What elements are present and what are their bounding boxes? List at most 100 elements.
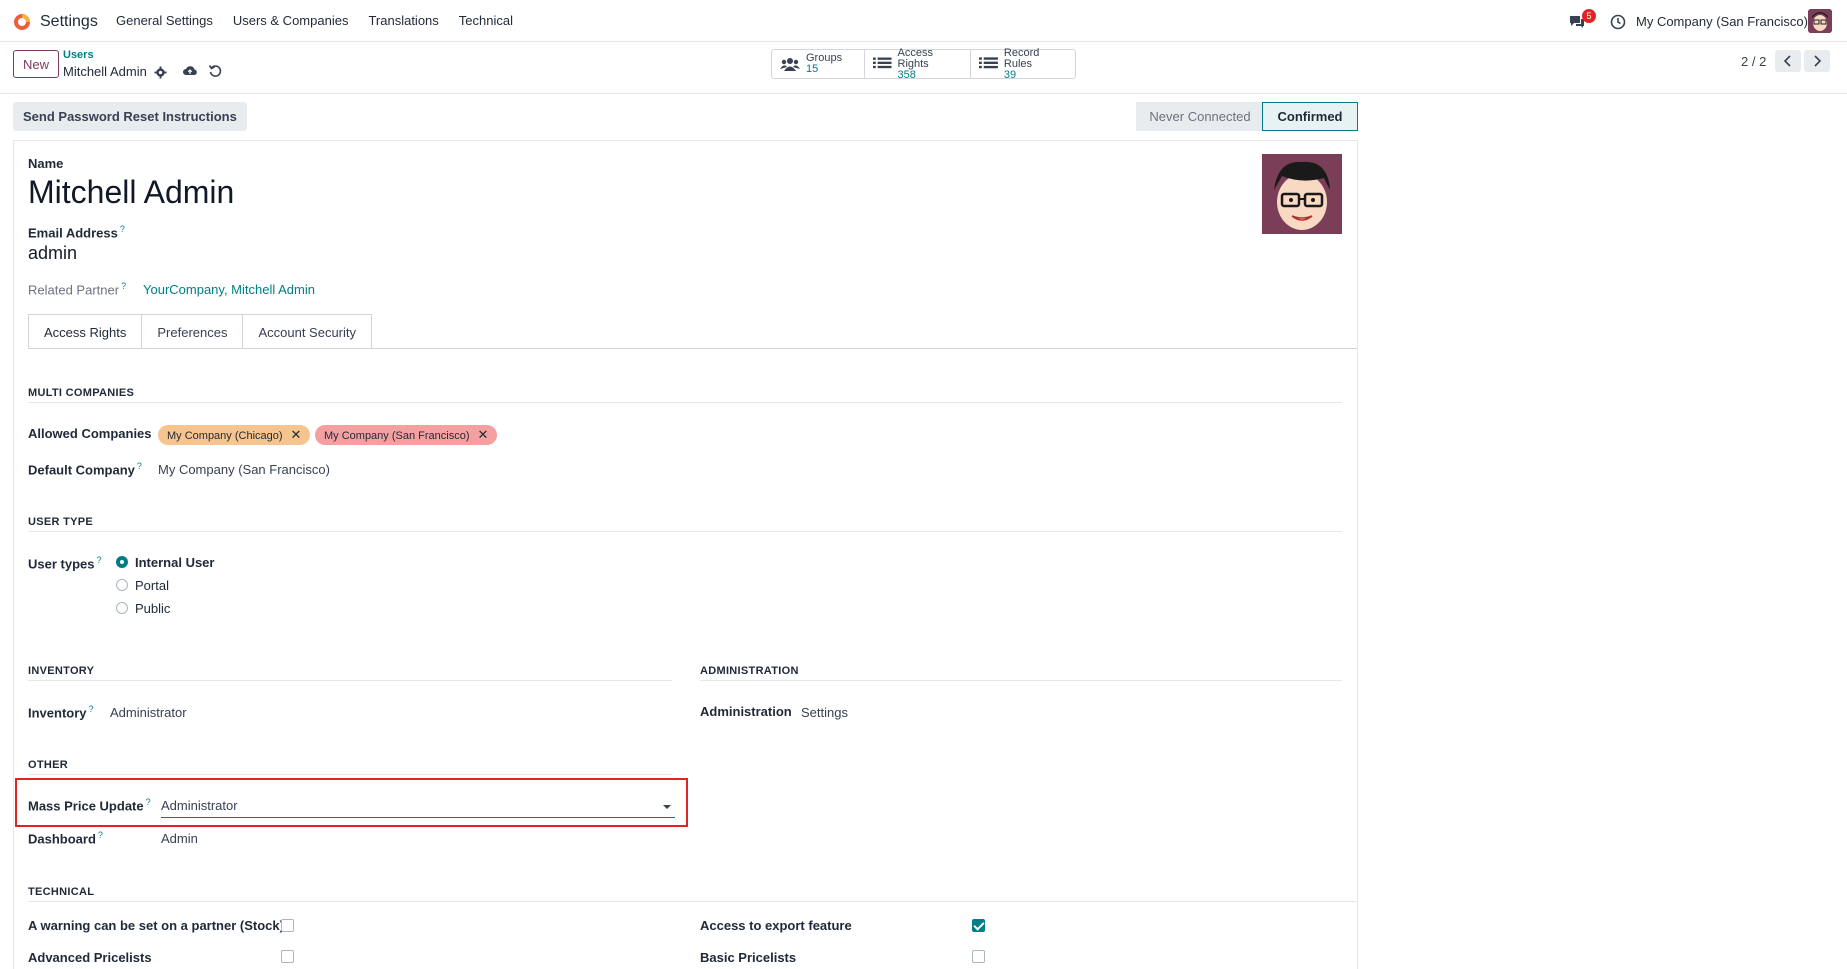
stat-label: Record Rules <box>1003 46 1040 70</box>
help-icon[interactable]: ? <box>98 830 103 840</box>
dashboard-field[interactable]: Admin <box>161 831 198 846</box>
company-tag-chicago[interactable]: My Company (Chicago) ✕ <box>158 425 311 445</box>
help-icon[interactable]: ? <box>137 461 142 471</box>
avatar-image <box>1262 154 1342 234</box>
name-label: Name <box>28 156 64 171</box>
section-divider <box>28 901 1357 902</box>
section-divider <box>28 774 672 775</box>
radio-label[interactable]: Public <box>135 601 170 616</box>
name-field[interactable]: Mitchell Admin <box>28 174 234 211</box>
discard-icon[interactable] <box>208 64 222 78</box>
status-confirmed[interactable]: Confirmed <box>1262 102 1358 131</box>
user-avatar[interactable] <box>1808 9 1832 33</box>
mass-price-update-label: Mass Price Update? <box>28 797 151 814</box>
radio-public[interactable] <box>116 602 128 614</box>
help-icon[interactable]: ? <box>146 797 151 807</box>
section-user-type: USER TYPE <box>28 516 94 528</box>
new-button[interactable]: New <box>13 50 59 78</box>
default-company-field[interactable]: My Company (San Francisco) <box>158 462 330 477</box>
chat-badge: 5 <box>1582 9 1596 23</box>
checkbox-export-feature[interactable] <box>972 919 985 932</box>
remove-tag-icon[interactable]: ✕ <box>478 427 489 442</box>
users-icon <box>780 58 800 71</box>
app-name[interactable]: Settings <box>40 13 98 31</box>
section-multi-companies: MULTI COMPANIES <box>28 387 135 399</box>
section-divider <box>28 531 1342 532</box>
section-divider <box>700 680 1342 681</box>
control-panel: New Users Mitchell Admin Groups 15 Acces… <box>0 42 1847 94</box>
caret-down-icon[interactable] <box>663 805 671 809</box>
top-navbar: Settings General Settings Users & Compan… <box>0 0 1847 42</box>
menu-translations[interactable]: Translations <box>368 13 438 28</box>
section-other: OTHER <box>28 759 68 771</box>
save-cloud-icon[interactable] <box>182 64 198 78</box>
chevron-right-icon <box>1814 55 1822 67</box>
checkbox-partner-warning[interactable] <box>281 919 294 932</box>
technical-option-label: A warning can be set on a partner (Stock… <box>28 918 284 933</box>
section-inventory: INVENTORY <box>28 665 95 677</box>
record-rules-smart-button[interactable]: Record Rules 39 <box>971 46 1075 81</box>
related-partner-link[interactable]: YourCompany, Mitchell Admin <box>143 282 315 297</box>
help-icon[interactable]: ? <box>89 704 94 714</box>
email-field[interactable]: admin <box>28 243 77 264</box>
company-switcher[interactable]: My Company (San Francisco) <box>1636 14 1808 29</box>
form-sheet <box>13 140 1358 969</box>
clock-icon[interactable] <box>1610 14 1626 30</box>
checkbox-advanced-pricelists[interactable] <box>281 950 294 963</box>
help-icon[interactable]: ? <box>120 224 125 234</box>
technical-option-label: Basic Pricelists <box>700 950 797 965</box>
list-icon <box>979 57 998 69</box>
send-password-reset-button[interactable]: Send Password Reset Instructions <box>13 102 247 131</box>
smart-buttons: Groups 15 Access Rights 358 Record Rules… <box>771 46 1076 81</box>
pager-previous-button[interactable] <box>1775 50 1801 72</box>
dashboard-label: Dashboard? <box>28 830 103 847</box>
gear-icon[interactable] <box>154 66 167 79</box>
inventory-label: Inventory? <box>28 704 94 721</box>
stat-label: Access Rights <box>897 46 933 70</box>
help-icon[interactable]: ? <box>121 281 126 291</box>
section-divider <box>28 402 1342 403</box>
checkbox-basic-pricelists[interactable] <box>972 950 985 963</box>
tab-access-rights[interactable]: Access Rights <box>28 314 142 349</box>
technical-option-label: Advanced Pricelists <box>28 950 152 965</box>
tab-account-security[interactable]: Account Security <box>242 314 373 349</box>
menu-general-settings[interactable]: General Settings <box>116 13 213 28</box>
menu-technical[interactable]: Technical <box>459 13 513 28</box>
section-technical: TECHNICAL <box>28 886 95 898</box>
breadcrumb-users[interactable]: Users <box>63 49 94 61</box>
related-partner-label: Related Partner? <box>28 281 127 298</box>
menu-users-companies[interactable]: Users & Companies <box>233 13 349 28</box>
access-rights-smart-button[interactable]: Access Rights 358 <box>865 46 971 80</box>
tab-preferences[interactable]: Preferences <box>141 314 243 349</box>
stat-value: 39 <box>1003 68 1017 81</box>
radio-portal[interactable] <box>116 579 128 591</box>
groups-smart-button[interactable]: Groups 15 <box>772 50 865 78</box>
inventory-field[interactable]: Administrator <box>110 705 187 720</box>
select-value: Administrator <box>161 798 238 813</box>
remove-tag-icon[interactable]: ✕ <box>291 427 302 442</box>
section-divider <box>28 680 672 681</box>
administration-field[interactable]: Settings <box>801 705 848 720</box>
settings-app-icon[interactable] <box>13 13 31 31</box>
status-never-connected[interactable]: Never Connected <box>1136 102 1264 131</box>
list-icon <box>873 57 892 69</box>
stat-value: 15 <box>806 63 819 75</box>
technical-option-label: Access to export feature <box>700 918 852 933</box>
allowed-companies-label: Allowed Companies <box>28 426 152 441</box>
user-photo[interactable] <box>1262 154 1342 234</box>
administration-label: Administration <box>700 704 792 719</box>
main-menu: General Settings Users & Companies Trans… <box>116 13 533 28</box>
radio-internal-user[interactable] <box>116 556 128 568</box>
mass-price-update-select[interactable]: Administrator <box>161 798 675 818</box>
breadcrumb-current: Mitchell Admin <box>63 64 147 79</box>
radio-label[interactable]: Portal <box>135 578 169 593</box>
email-label: Email Address? <box>28 224 125 241</box>
pager-value[interactable]: 2 / 2 <box>1741 54 1766 69</box>
help-icon[interactable]: ? <box>96 555 101 565</box>
pager-next-button[interactable] <box>1804 50 1830 72</box>
user-types-label: User types? <box>28 555 102 572</box>
section-administration: ADMINISTRATION <box>700 665 799 677</box>
radio-label[interactable]: Internal User <box>135 555 214 570</box>
company-tag-san-francisco[interactable]: My Company (San Francisco) ✕ <box>315 425 498 445</box>
form-tabs: Access Rights Preferences Account Securi… <box>28 314 373 349</box>
